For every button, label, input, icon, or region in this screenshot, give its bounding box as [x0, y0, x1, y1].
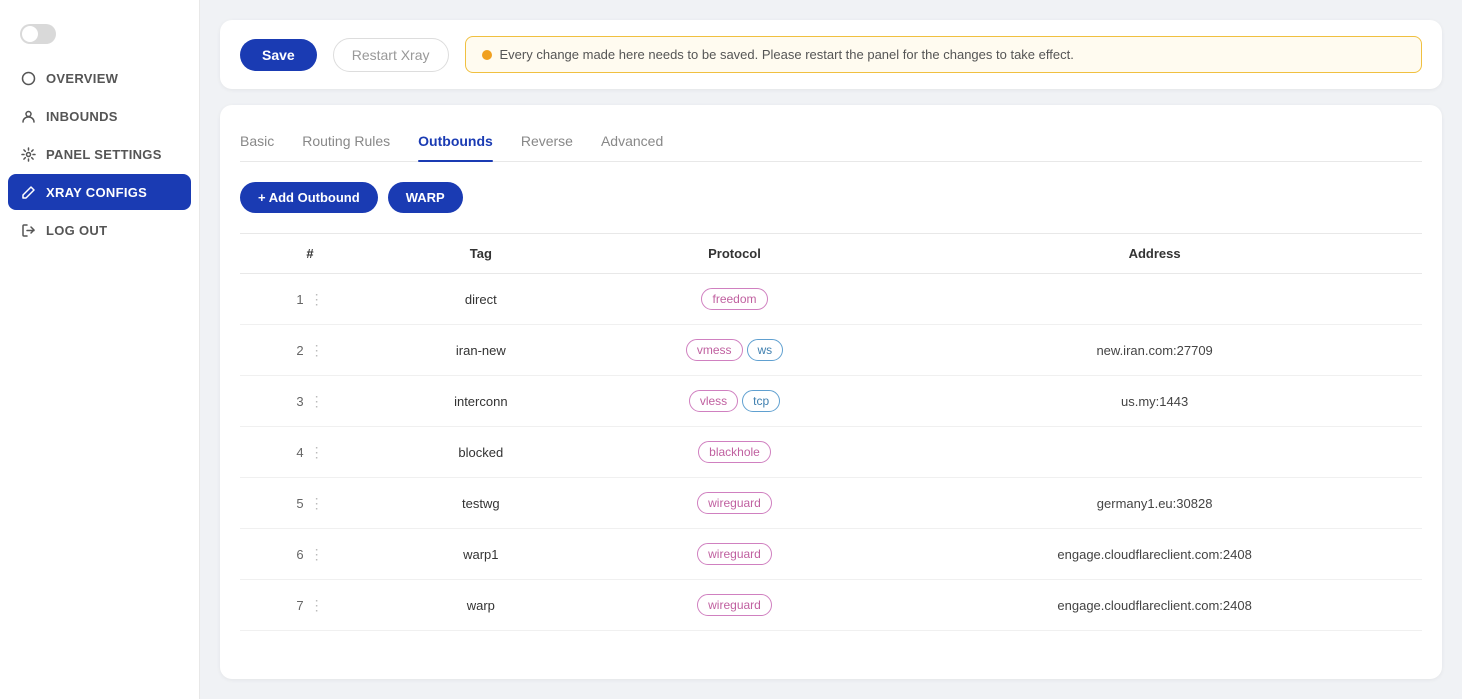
row-num-cell: 7⋮ [240, 580, 380, 631]
badge-tcp: tcp [742, 390, 780, 412]
drag-handle-icon[interactable]: ⋮ [310, 546, 324, 563]
badge-wireguard: wireguard [697, 543, 772, 565]
sidebar-item-logout[interactable]: LOG OUT [8, 212, 191, 248]
row-address-cell: engage.cloudflareclient.com:2408 [887, 580, 1422, 631]
badge-ws: ws [747, 339, 784, 361]
row-protocol-cell: wireguard [582, 529, 887, 580]
row-num-cell: 5⋮ [240, 478, 380, 529]
edit-icon [20, 184, 36, 200]
sidebar-toggle-area [0, 16, 199, 60]
col-header-num: # [240, 234, 380, 274]
row-tag-cell: blocked [380, 427, 582, 478]
sidebar-item-panel-settings[interactable]: PANEL SETTINGS [8, 136, 191, 172]
row-num-cell: 4⋮ [240, 427, 380, 478]
tab-advanced[interactable]: Advanced [601, 125, 663, 161]
theme-toggle[interactable] [20, 24, 56, 44]
tabs-bar: Basic Routing Rules Outbounds Reverse Ad… [240, 125, 1422, 162]
table-row: 7⋮warp wireguard engage.cloudflareclient.c… [240, 580, 1422, 631]
row-num-cell: 2⋮ [240, 325, 380, 376]
row-tag-cell: testwg [380, 478, 582, 529]
sidebar: OVERVIEW INBOUNDS PANEL SETTINGS XRAY CO… [0, 0, 200, 699]
row-address-cell: new.iran.com:27709 [887, 325, 1422, 376]
drag-handle-icon[interactable]: ⋮ [310, 342, 324, 359]
gear-icon [20, 146, 36, 162]
alert-banner: Every change made here needs to be saved… [465, 36, 1422, 73]
sidebar-nav: OVERVIEW INBOUNDS PANEL SETTINGS XRAY CO… [0, 60, 199, 248]
tab-routing-rules[interactable]: Routing Rules [302, 125, 390, 161]
alert-dot-icon [482, 50, 492, 60]
table-header-row: # Tag Protocol Address [240, 234, 1422, 274]
badge-freedom: freedom [701, 288, 767, 310]
badge-blackhole: blackhole [698, 441, 771, 463]
row-protocol-cell: wireguard [582, 580, 887, 631]
row-address-cell [887, 427, 1422, 478]
content-card: Basic Routing Rules Outbounds Reverse Ad… [220, 105, 1442, 679]
row-tag-cell: direct [380, 274, 582, 325]
col-header-protocol: Protocol [582, 234, 887, 274]
row-tag-cell: warp1 [380, 529, 582, 580]
main-content: Save Restart Xray Every change made here… [200, 0, 1462, 699]
badge-wireguard: wireguard [697, 492, 772, 514]
table-row: 2⋮iran-newvmesswsnew.iran.com:27709 [240, 325, 1422, 376]
sidebar-item-inbounds[interactable]: INBOUNDS [8, 98, 191, 134]
sidebar-item-xray-configs[interactable]: XRAY CONFIGS [8, 174, 191, 210]
drag-handle-icon[interactable]: ⋮ [310, 597, 324, 614]
col-header-tag: Tag [380, 234, 582, 274]
row-tag-cell: iran-new [380, 325, 582, 376]
table-row: 4⋮blocked blackhole [240, 427, 1422, 478]
row-address-cell: engage.cloudflareclient.com:2408 [887, 529, 1422, 580]
row-protocol-cell: vmessws [582, 325, 887, 376]
drag-handle-icon[interactable]: ⋮ [310, 495, 324, 512]
circle-icon [20, 70, 36, 86]
row-protocol-cell: wireguard [582, 478, 887, 529]
table-actions: + Add Outbound WARP [240, 182, 1422, 213]
outbounds-table: # Tag Protocol Address 1⋮direct freedom 2⋮… [240, 233, 1422, 631]
save-button[interactable]: Save [240, 39, 317, 71]
row-num-cell: 3⋮ [240, 376, 380, 427]
row-num-cell: 1⋮ [240, 274, 380, 325]
top-bar: Save Restart Xray Every change made here… [220, 20, 1442, 89]
logout-icon [20, 222, 36, 238]
table-row: 1⋮direct freedom [240, 274, 1422, 325]
tab-outbounds[interactable]: Outbounds [418, 125, 493, 161]
col-header-address: Address [887, 234, 1422, 274]
row-protocol-cell: vlesstcp [582, 376, 887, 427]
sidebar-item-overview[interactable]: OVERVIEW [8, 60, 191, 96]
row-protocol-cell: freedom [582, 274, 887, 325]
badge-wireguard: wireguard [697, 594, 772, 616]
row-tag-cell: interconn [380, 376, 582, 427]
drag-handle-icon[interactable]: ⋮ [310, 393, 324, 410]
table-row: 3⋮interconnvlesstcpus.my:1443 [240, 376, 1422, 427]
badge-vmess: vmess [686, 339, 743, 361]
tab-basic[interactable]: Basic [240, 125, 274, 161]
badge-vless: vless [689, 390, 738, 412]
user-icon [20, 108, 36, 124]
outbounds-table-wrapper: # Tag Protocol Address 1⋮direct freedom 2⋮… [240, 233, 1422, 631]
row-address-cell: germany1.eu:30828 [887, 478, 1422, 529]
row-address-cell [887, 274, 1422, 325]
drag-handle-icon[interactable]: ⋮ [310, 444, 324, 461]
row-protocol-cell: blackhole [582, 427, 887, 478]
row-num-cell: 6⋮ [240, 529, 380, 580]
drag-handle-icon[interactable]: ⋮ [310, 291, 324, 308]
table-row: 5⋮testwg wireguard germany1.eu:30828 [240, 478, 1422, 529]
row-tag-cell: warp [380, 580, 582, 631]
tab-reverse[interactable]: Reverse [521, 125, 573, 161]
add-outbound-button[interactable]: + Add Outbound [240, 182, 378, 213]
restart-xray-button[interactable]: Restart Xray [333, 38, 449, 72]
warp-button[interactable]: WARP [388, 182, 463, 213]
table-row: 6⋮warp1 wireguard engage.cloudflareclient.… [240, 529, 1422, 580]
row-address-cell: us.my:1443 [887, 376, 1422, 427]
